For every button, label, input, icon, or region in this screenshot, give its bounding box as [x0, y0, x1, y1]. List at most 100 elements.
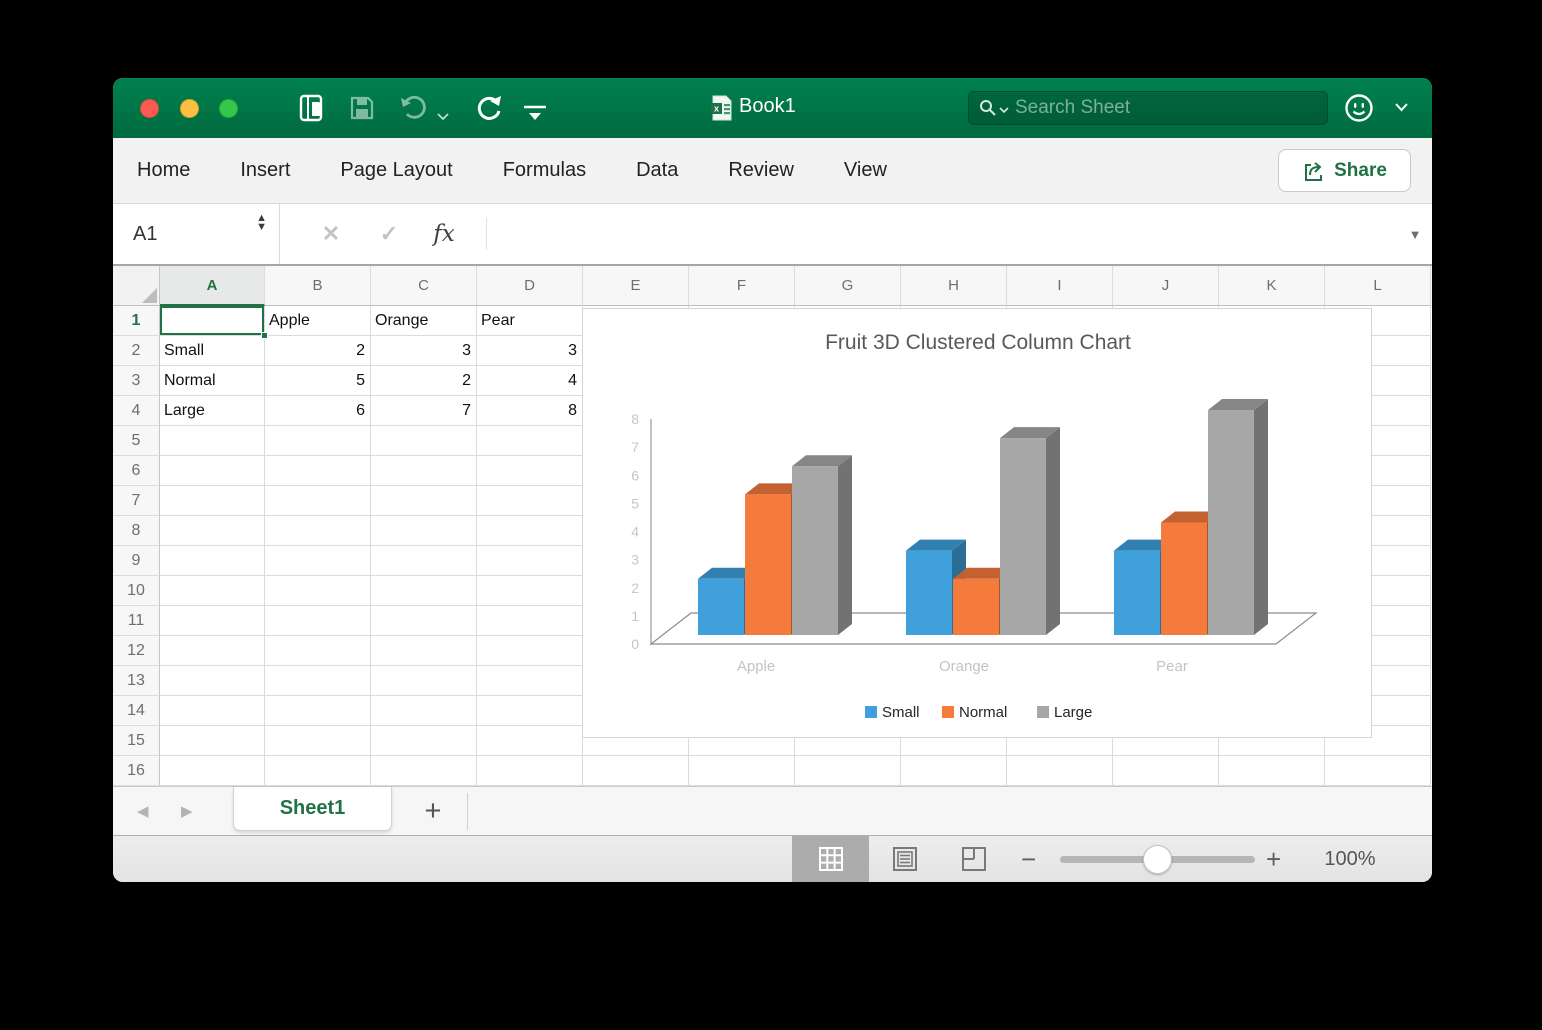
- row-header-15[interactable]: 15: [113, 726, 160, 756]
- row-header-5[interactable]: 5: [113, 426, 160, 456]
- cell-C14[interactable]: [371, 696, 477, 726]
- cell-C15[interactable]: [371, 726, 477, 756]
- cell-A13[interactable]: [160, 666, 265, 696]
- cell-B10[interactable]: [265, 576, 371, 606]
- cell-A16[interactable]: [160, 756, 265, 786]
- cell-A12[interactable]: [160, 636, 265, 666]
- row-header-2[interactable]: 2: [113, 336, 160, 366]
- zoom-window-button[interactable]: [219, 99, 238, 118]
- tab-data[interactable]: Data: [636, 159, 678, 182]
- cell-D7[interactable]: [477, 486, 583, 516]
- cell-A10[interactable]: [160, 576, 265, 606]
- formula-input[interactable]: [495, 204, 1398, 264]
- fill-handle[interactable]: [261, 332, 268, 339]
- cell-C3[interactable]: 2: [371, 366, 477, 396]
- row-header-13[interactable]: 13: [113, 666, 160, 696]
- row-header-11[interactable]: 11: [113, 606, 160, 636]
- toolbar-options-icon[interactable]: [523, 100, 547, 128]
- row-header-4[interactable]: 4: [113, 396, 160, 426]
- cell-C11[interactable]: [371, 606, 477, 636]
- cell-J16[interactable]: [1113, 756, 1219, 786]
- cell-D5[interactable]: [477, 426, 583, 456]
- column-header-C[interactable]: C: [371, 266, 477, 306]
- cell-D12[interactable]: [477, 636, 583, 666]
- share-button[interactable]: Share: [1278, 149, 1411, 192]
- zoom-in-button[interactable]: +: [1266, 836, 1281, 882]
- cell-B8[interactable]: [265, 516, 371, 546]
- normal-view-button[interactable]: [792, 836, 869, 882]
- cell-C12[interactable]: [371, 636, 477, 666]
- cell-A15[interactable]: [160, 726, 265, 756]
- column-header-G[interactable]: G: [795, 266, 901, 306]
- undo-icon[interactable]: [399, 94, 427, 122]
- row-header-6[interactable]: 6: [113, 456, 160, 486]
- zoom-slider-thumb[interactable]: [1143, 845, 1172, 874]
- cell-C2[interactable]: 3: [371, 336, 477, 366]
- cell-A7[interactable]: [160, 486, 265, 516]
- column-header-H[interactable]: H: [901, 266, 1007, 306]
- select-all-button[interactable]: [113, 266, 160, 306]
- cell-C16[interactable]: [371, 756, 477, 786]
- cell-B3[interactable]: 5: [265, 366, 371, 396]
- save-icon[interactable]: [349, 94, 375, 122]
- cell-B13[interactable]: [265, 666, 371, 696]
- cell-D3[interactable]: 4: [477, 366, 583, 396]
- cell-D11[interactable]: [477, 606, 583, 636]
- name-box-stepper[interactable]: ▲ ▼: [256, 212, 267, 233]
- cell-B9[interactable]: [265, 546, 371, 576]
- name-box[interactable]: A1 ▲ ▼: [113, 204, 280, 264]
- search-scope-chevron-icon[interactable]: [999, 106, 1009, 114]
- cell-A3[interactable]: Normal: [160, 366, 265, 396]
- page-break-view-button[interactable]: [935, 836, 1012, 882]
- new-workbook-icon[interactable]: [299, 94, 327, 122]
- column-header-I[interactable]: I: [1007, 266, 1113, 306]
- cell-D9[interactable]: [477, 546, 583, 576]
- cell-B6[interactable]: [265, 456, 371, 486]
- stepper-down-icon[interactable]: ▼: [256, 222, 267, 233]
- sheet-tab-sheet1[interactable]: Sheet1: [233, 787, 392, 831]
- cell-A8[interactable]: [160, 516, 265, 546]
- cell-D14[interactable]: [477, 696, 583, 726]
- tab-insert[interactable]: Insert: [240, 159, 290, 182]
- cell-C4[interactable]: 7: [371, 396, 477, 426]
- cell-B1[interactable]: Apple: [265, 306, 371, 336]
- cell-A9[interactable]: [160, 546, 265, 576]
- cell-D15[interactable]: [477, 726, 583, 756]
- add-sheet-button[interactable]: +: [413, 787, 453, 835]
- cell-D8[interactable]: [477, 516, 583, 546]
- cell-B4[interactable]: 6: [265, 396, 371, 426]
- column-header-J[interactable]: J: [1113, 266, 1219, 306]
- cell-I16[interactable]: [1007, 756, 1113, 786]
- row-header-12[interactable]: 12: [113, 636, 160, 666]
- feedback-chevron-icon[interactable]: [1395, 103, 1408, 112]
- cell-B12[interactable]: [265, 636, 371, 666]
- cell-C9[interactable]: [371, 546, 477, 576]
- cell-D10[interactable]: [477, 576, 583, 606]
- cell-A14[interactable]: [160, 696, 265, 726]
- cell-A4[interactable]: Large: [160, 396, 265, 426]
- cell-L16[interactable]: [1325, 756, 1431, 786]
- cell-A11[interactable]: [160, 606, 265, 636]
- cell-C10[interactable]: [371, 576, 477, 606]
- cell-C5[interactable]: [371, 426, 477, 456]
- row-header-8[interactable]: 8: [113, 516, 160, 546]
- tab-home[interactable]: Home: [137, 159, 190, 182]
- cell-C13[interactable]: [371, 666, 477, 696]
- prev-sheet-icon[interactable]: ◀: [137, 787, 149, 835]
- column-header-K[interactable]: K: [1219, 266, 1325, 306]
- cell-D4[interactable]: 8: [477, 396, 583, 426]
- row-header-14[interactable]: 14: [113, 696, 160, 726]
- feedback-smiley-icon[interactable]: [1343, 92, 1375, 124]
- cell-A6[interactable]: [160, 456, 265, 486]
- cell-K16[interactable]: [1219, 756, 1325, 786]
- formula-bar-expand-icon[interactable]: ▼: [1398, 204, 1432, 264]
- cell-B5[interactable]: [265, 426, 371, 456]
- search-input[interactable]: [1015, 97, 1317, 119]
- cell-C8[interactable]: [371, 516, 477, 546]
- column-header-L[interactable]: L: [1325, 266, 1431, 306]
- cell-H16[interactable]: [901, 756, 1007, 786]
- cancel-entry-icon[interactable]: ✕: [302, 204, 360, 264]
- redo-icon[interactable]: [475, 94, 503, 122]
- row-header-1[interactable]: 1: [113, 306, 160, 336]
- confirm-entry-icon[interactable]: ✓: [360, 204, 418, 264]
